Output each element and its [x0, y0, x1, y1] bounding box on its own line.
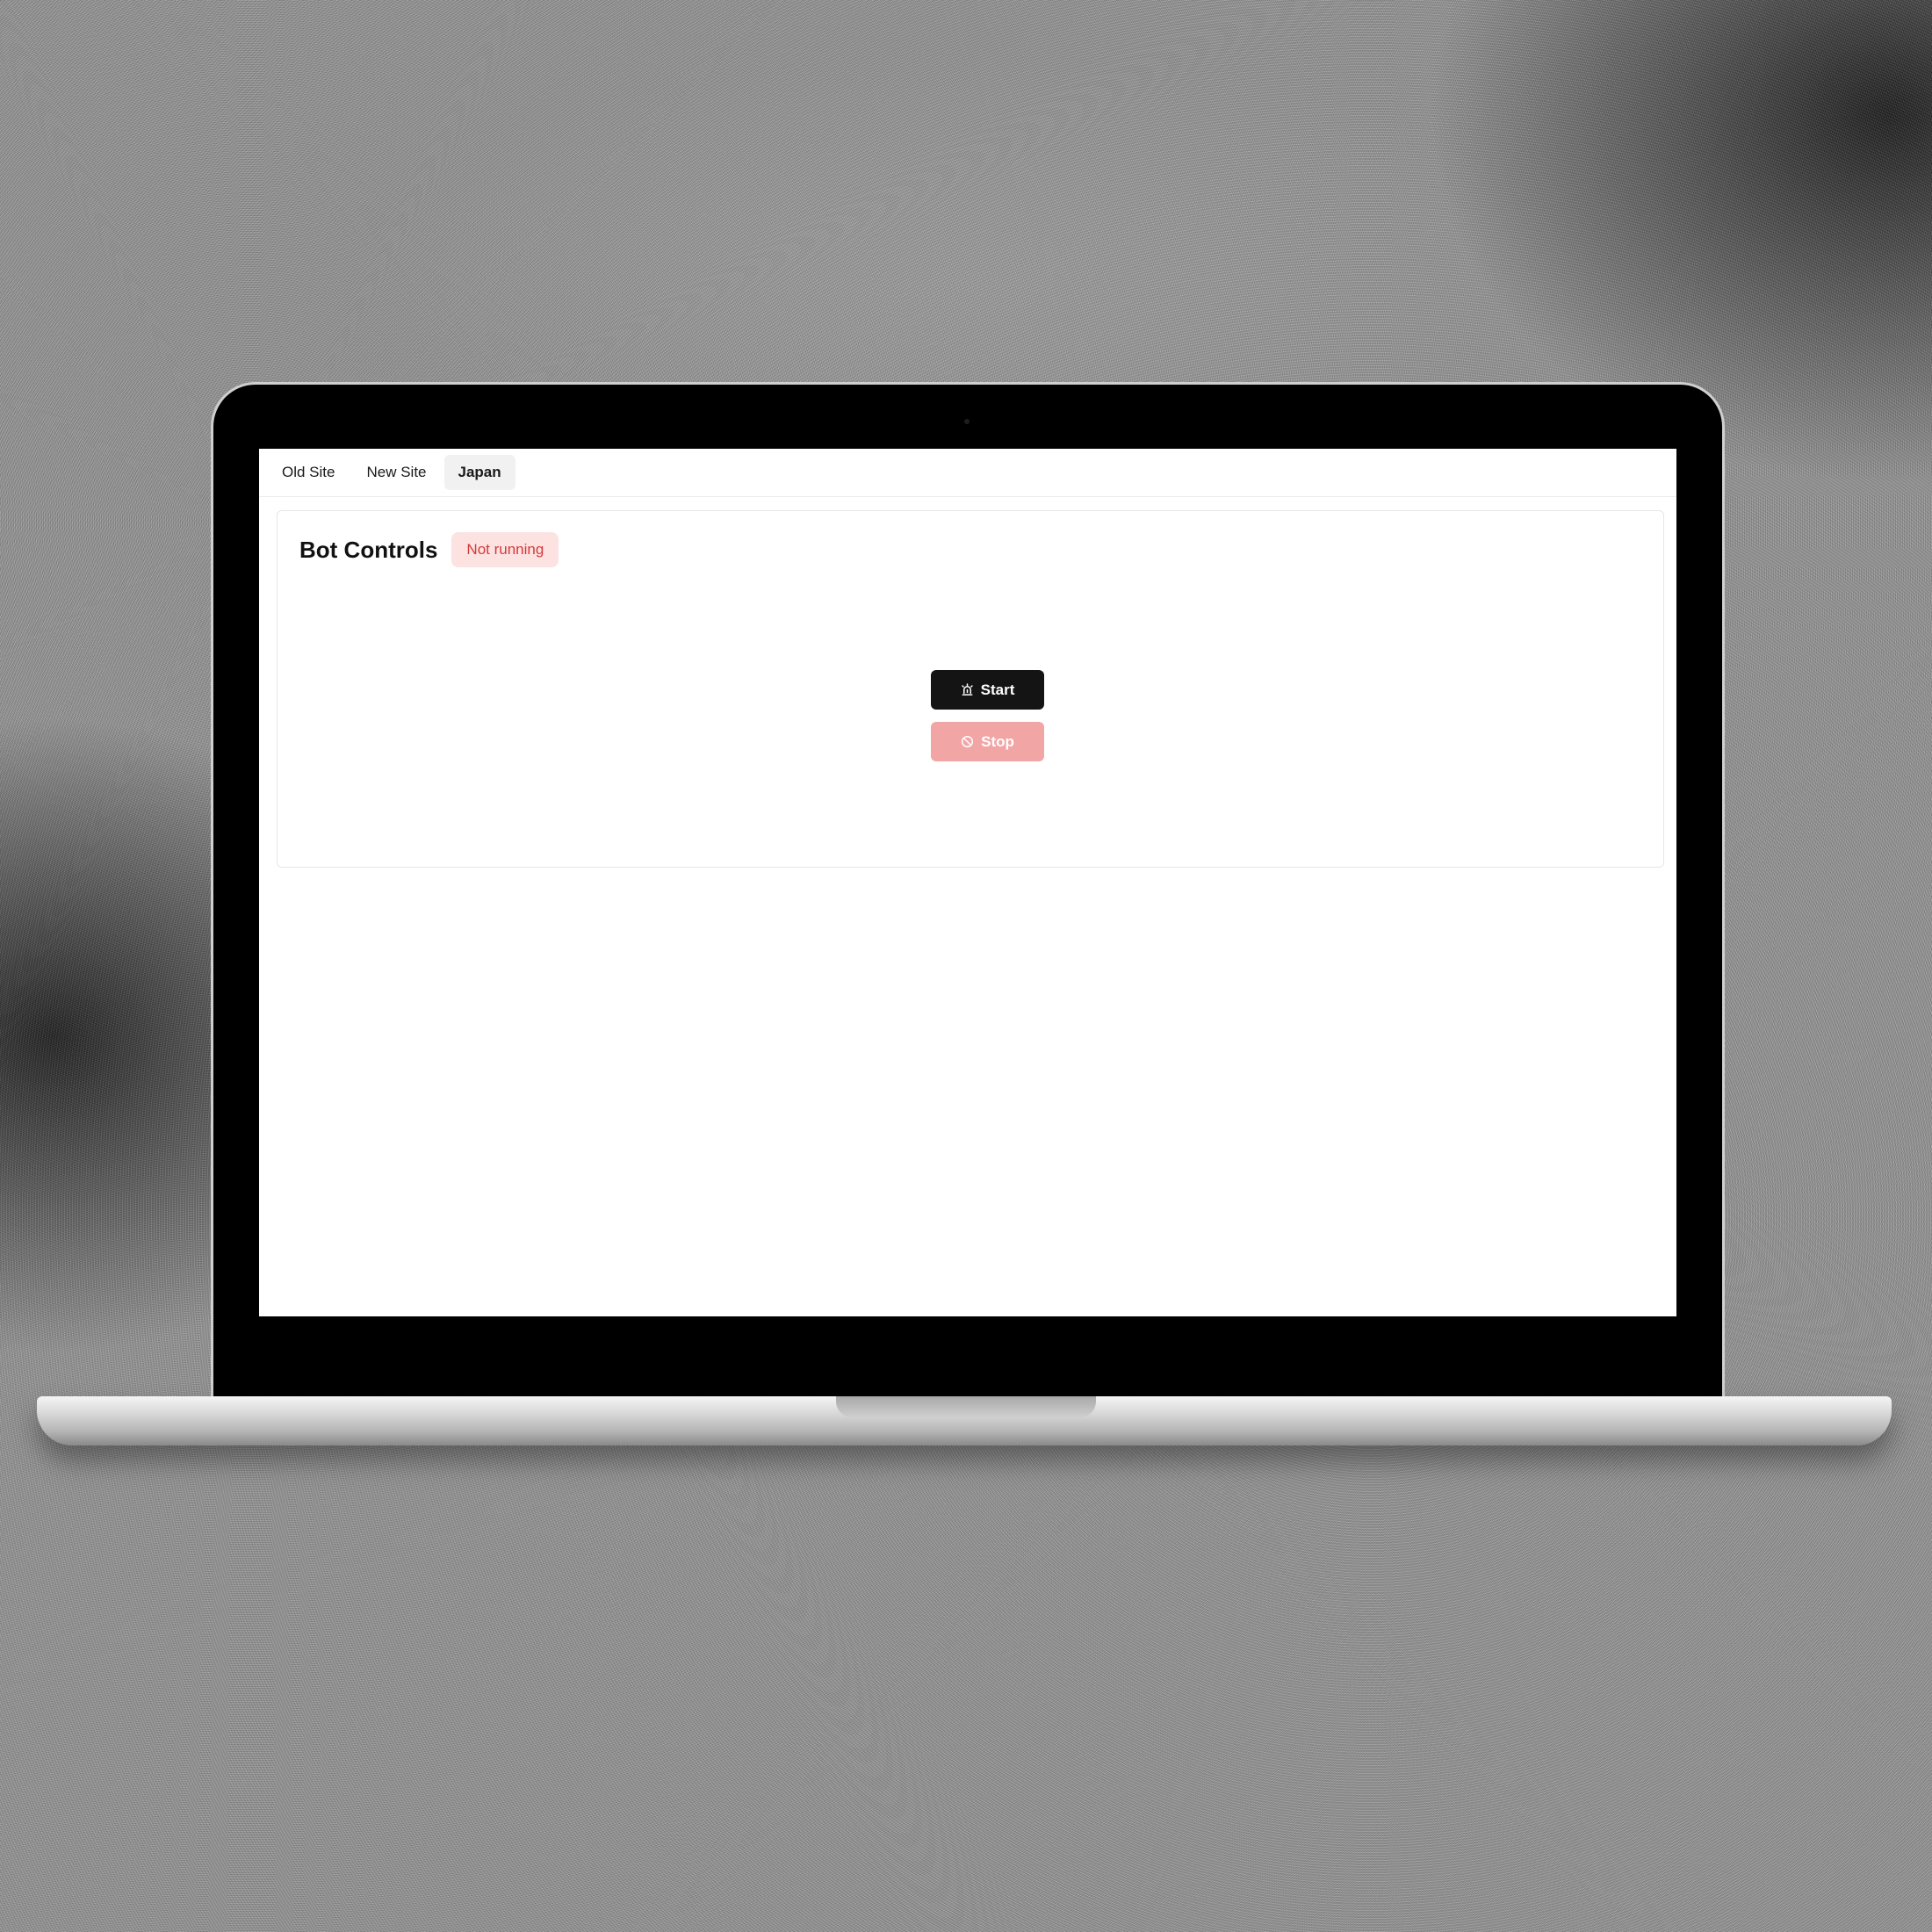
laptop-base [37, 1396, 1892, 1445]
tab-old-site[interactable]: Old Site [268, 455, 349, 490]
laptop-notch [836, 1396, 1096, 1417]
status-badge: Not running [451, 532, 559, 567]
stop-button[interactable]: Stop [931, 722, 1044, 761]
start-button-label: Start [980, 681, 1015, 698]
camera-dot [964, 419, 970, 424]
ban-icon [961, 735, 974, 748]
tab-new-site[interactable]: New Site [352, 455, 440, 490]
card-header: Bot Controls Not running [299, 532, 559, 567]
tab-japan[interactable]: Japan [443, 455, 515, 490]
stop-button-label: Stop [981, 732, 1014, 750]
tab-bar: Old Site New Site Japan [259, 449, 1676, 497]
card-title: Bot Controls [299, 536, 438, 563]
bot-controls-card: Bot Controls Not running Start Stop [277, 510, 1664, 868]
app-screen: Old Site New Site Japan Bot Controls Not… [259, 449, 1676, 1316]
start-button[interactable]: Start [931, 670, 1044, 710]
siren-icon [961, 683, 974, 696]
